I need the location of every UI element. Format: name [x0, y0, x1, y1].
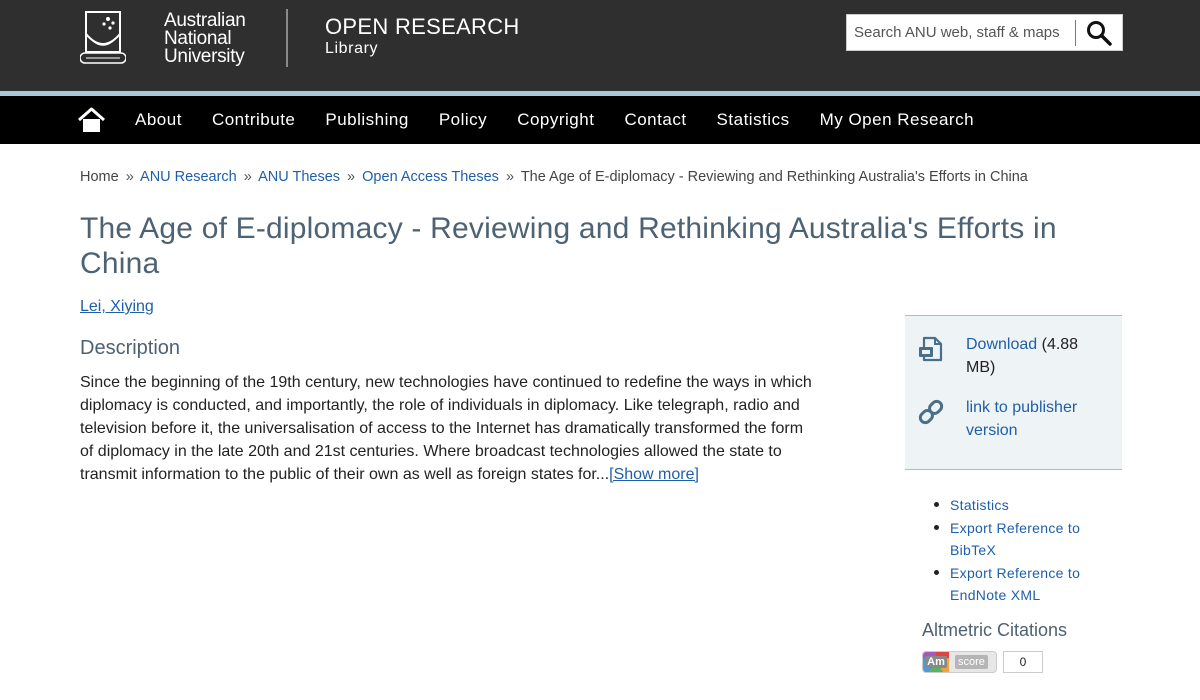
breadcrumb-current: The Age of E-diplomacy - Reviewing and R…: [520, 169, 1028, 185]
breadcrumb-separator: »: [125, 169, 134, 185]
site-header: Australian National University OPEN RESE…: [0, 0, 1200, 91]
anu-logo[interactable]: Australian National University: [80, 8, 260, 70]
search-box: [846, 14, 1123, 51]
altmetric-score-count: 0: [1003, 651, 1043, 673]
home-icon[interactable]: [77, 106, 106, 134]
export-bibtex-link[interactable]: Export Reference to BibTeX: [932, 517, 1122, 562]
files-panel: Download (4.88 MB) link to publisher ver…: [905, 315, 1122, 470]
record-actions-list: Statistics Export Reference to BibTeX Ex…: [932, 494, 1122, 607]
nav-items: About Contribute Publishing Policy Copyr…: [120, 96, 989, 144]
breadcrumb: Home » ANU Research » ANU Theses » Open …: [80, 169, 1028, 185]
altmetric-heading: Altmetric Citations: [922, 620, 1068, 640]
publisher-text: link to publisher version: [966, 396, 1106, 442]
search-button[interactable]: [1076, 15, 1122, 50]
search-input[interactable]: [847, 15, 1075, 50]
nav-item-statistics[interactable]: Statistics: [702, 96, 805, 144]
university-line-3: University: [164, 46, 245, 67]
page-title: The Age of E-diplomacy - Reviewing and R…: [80, 212, 1057, 280]
nav-item-my-open-research[interactable]: My Open Research: [805, 96, 989, 144]
nav-item-publishing[interactable]: Publishing: [310, 96, 423, 144]
main-nav: About Contribute Publishing Policy Copyr…: [0, 96, 1200, 144]
site-title[interactable]: OPEN RESEARCH Library: [325, 13, 520, 59]
description-text: Since the beginning of the 19th century,…: [80, 371, 820, 486]
publisher-version-link[interactable]: link to publisher version: [966, 399, 1077, 439]
site-subtitle-text[interactable]: Library: [325, 39, 520, 59]
breadcrumb-separator: »: [243, 169, 252, 185]
nav-item-copyright[interactable]: Copyright: [502, 96, 609, 144]
download-row: Download (4.88 MB): [917, 333, 1106, 379]
nav-item-contact[interactable]: Contact: [609, 96, 701, 144]
statistics-link[interactable]: Statistics: [932, 494, 1122, 517]
download-text: Download (4.88 MB): [966, 333, 1106, 379]
breadcrumb-separator: »: [347, 169, 356, 185]
show-more-link[interactable]: [Show more]: [609, 466, 699, 483]
university-name: Australian National University: [164, 11, 246, 67]
nav-item-contribute[interactable]: Contribute: [197, 96, 310, 144]
pdf-file-icon: [919, 336, 943, 362]
description-heading: Description: [80, 337, 181, 359]
nav-item-policy[interactable]: Policy: [424, 96, 502, 144]
breadcrumb-anu-theses[interactable]: ANU Theses: [258, 169, 340, 185]
publisher-row: link to publisher version: [917, 396, 1106, 442]
site-title-text[interactable]: OPEN RESEARCH: [325, 13, 520, 41]
anu-crest-icon: [80, 11, 126, 64]
download-link[interactable]: Download: [966, 336, 1037, 353]
altmetric-logo[interactable]: Am score: [922, 651, 997, 673]
search-icon: [1087, 20, 1112, 46]
breadcrumb-open-access-theses[interactable]: Open Access Theses: [362, 169, 499, 185]
breadcrumb-anu-research[interactable]: ANU Research: [140, 169, 237, 185]
link-icon: [918, 399, 944, 425]
altmetric-logo-text: Am: [925, 656, 947, 668]
altmetric-donut-icon: Am: [923, 652, 949, 672]
header-divider: [286, 9, 288, 67]
description-body: Since the beginning of the 19th century,…: [80, 374, 812, 483]
export-endnote-link[interactable]: Export Reference to EndNote XML: [932, 562, 1122, 607]
breadcrumb-separator: »: [505, 169, 515, 185]
author-link[interactable]: Lei, Xiying: [80, 298, 154, 316]
nav-item-about[interactable]: About: [120, 96, 197, 144]
breadcrumb-home[interactable]: Home: [80, 169, 119, 185]
altmetric-score-label: score: [955, 655, 988, 669]
altmetric-badge[interactable]: Am score 0: [922, 651, 1043, 673]
